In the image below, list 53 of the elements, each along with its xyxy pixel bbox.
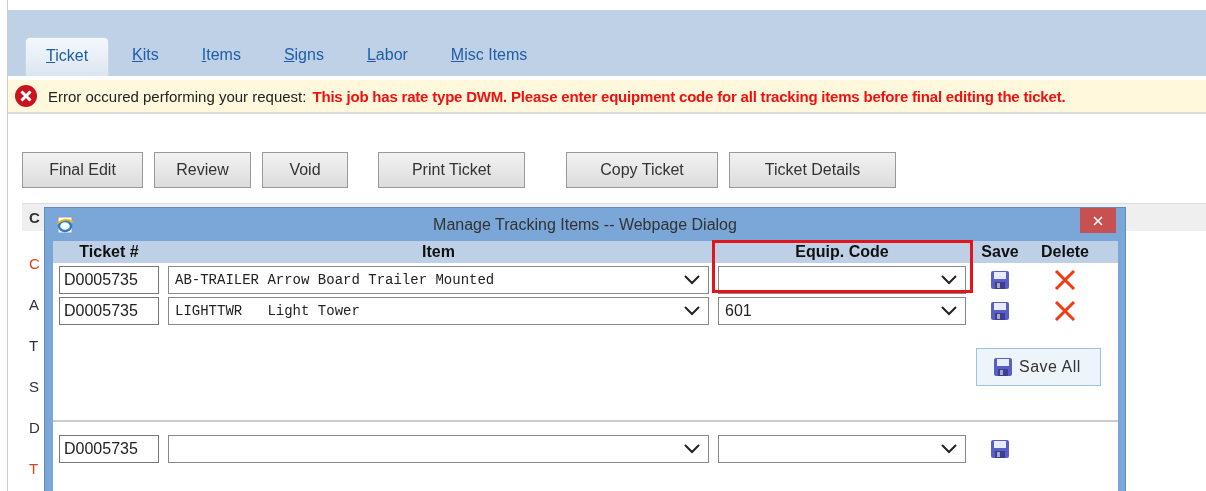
- equip-code-dropdown[interactable]: [718, 435, 966, 463]
- item-dropdown[interactable]: LIGHTTWR Light Tower: [168, 297, 709, 325]
- save-icon[interactable]: [990, 301, 1010, 321]
- item-dropdown[interactable]: AB-TRAILER Arrow Board Trailer Mounted: [168, 266, 709, 294]
- field-label: A: [29, 295, 39, 315]
- tab[interactable]: Items: [181, 37, 261, 76]
- column-header: Delete: [1041, 243, 1089, 261]
- action-button[interactable]: Void: [262, 152, 348, 188]
- action-button[interactable]: Print Ticket: [378, 152, 525, 188]
- column-header: Item: [422, 243, 455, 261]
- ticket-field[interactable]: D0005735: [59, 435, 159, 463]
- field-label: C: [29, 254, 40, 274]
- save-icon[interactable]: [990, 439, 1010, 459]
- error-icon: [14, 84, 38, 108]
- column-header: Save: [981, 243, 1019, 261]
- save-all-button[interactable]: Save All: [976, 348, 1101, 386]
- close-icon: [1093, 215, 1103, 226]
- chevron-icon: [684, 444, 700, 454]
- ticket-field[interactable]: D0005735: [59, 297, 159, 325]
- column-header: Equip. Code: [795, 243, 889, 261]
- field-label: D: [29, 418, 40, 438]
- chevron-icon: [941, 444, 957, 454]
- action-button[interactable]: Final Edit: [22, 152, 143, 188]
- chevron-icon: [941, 275, 957, 285]
- save-icon[interactable]: [990, 270, 1010, 290]
- equip-code-dropdown[interactable]: 601: [718, 297, 966, 325]
- browser-icon: [55, 215, 75, 235]
- action-button[interactable]: Review: [154, 152, 251, 188]
- action-button[interactable]: Ticket Details: [729, 152, 896, 188]
- panel-heading: C: [29, 209, 40, 226]
- error-message: This job has rate type DWM. Please enter equipment code for all tracking items before final editing the ticket.: [312, 87, 1066, 105]
- field-label: T: [29, 459, 39, 479]
- delete-icon[interactable]: [1054, 301, 1076, 321]
- save-icon: [993, 357, 1013, 377]
- field-label: S: [29, 377, 39, 397]
- tab[interactable]: Labor: [346, 37, 428, 76]
- error-label: Error occured performing your request:: [48, 87, 307, 105]
- action-button[interactable]: Copy Ticket: [566, 152, 718, 188]
- field-label: T: [29, 336, 39, 356]
- dialog-title: Manage Tracking Items -- Webpage Dialog: [433, 215, 737, 234]
- equip-code-dropdown[interactable]: [718, 266, 966, 294]
- tab[interactable]: Kits: [112, 37, 179, 76]
- chevron-icon: [684, 275, 700, 285]
- ticket-field[interactable]: D0005735: [59, 266, 159, 294]
- close-button[interactable]: [1080, 208, 1116, 233]
- delete-icon[interactable]: [1054, 270, 1076, 290]
- chevron-icon: [684, 306, 700, 316]
- column-header: Ticket #: [79, 243, 139, 261]
- tab[interactable]: Misc Items: [430, 37, 548, 76]
- chevron-icon: [941, 306, 957, 316]
- tab[interactable]: Ticket: [25, 37, 110, 76]
- tab[interactable]: Signs: [263, 37, 344, 76]
- item-dropdown[interactable]: [168, 435, 709, 463]
